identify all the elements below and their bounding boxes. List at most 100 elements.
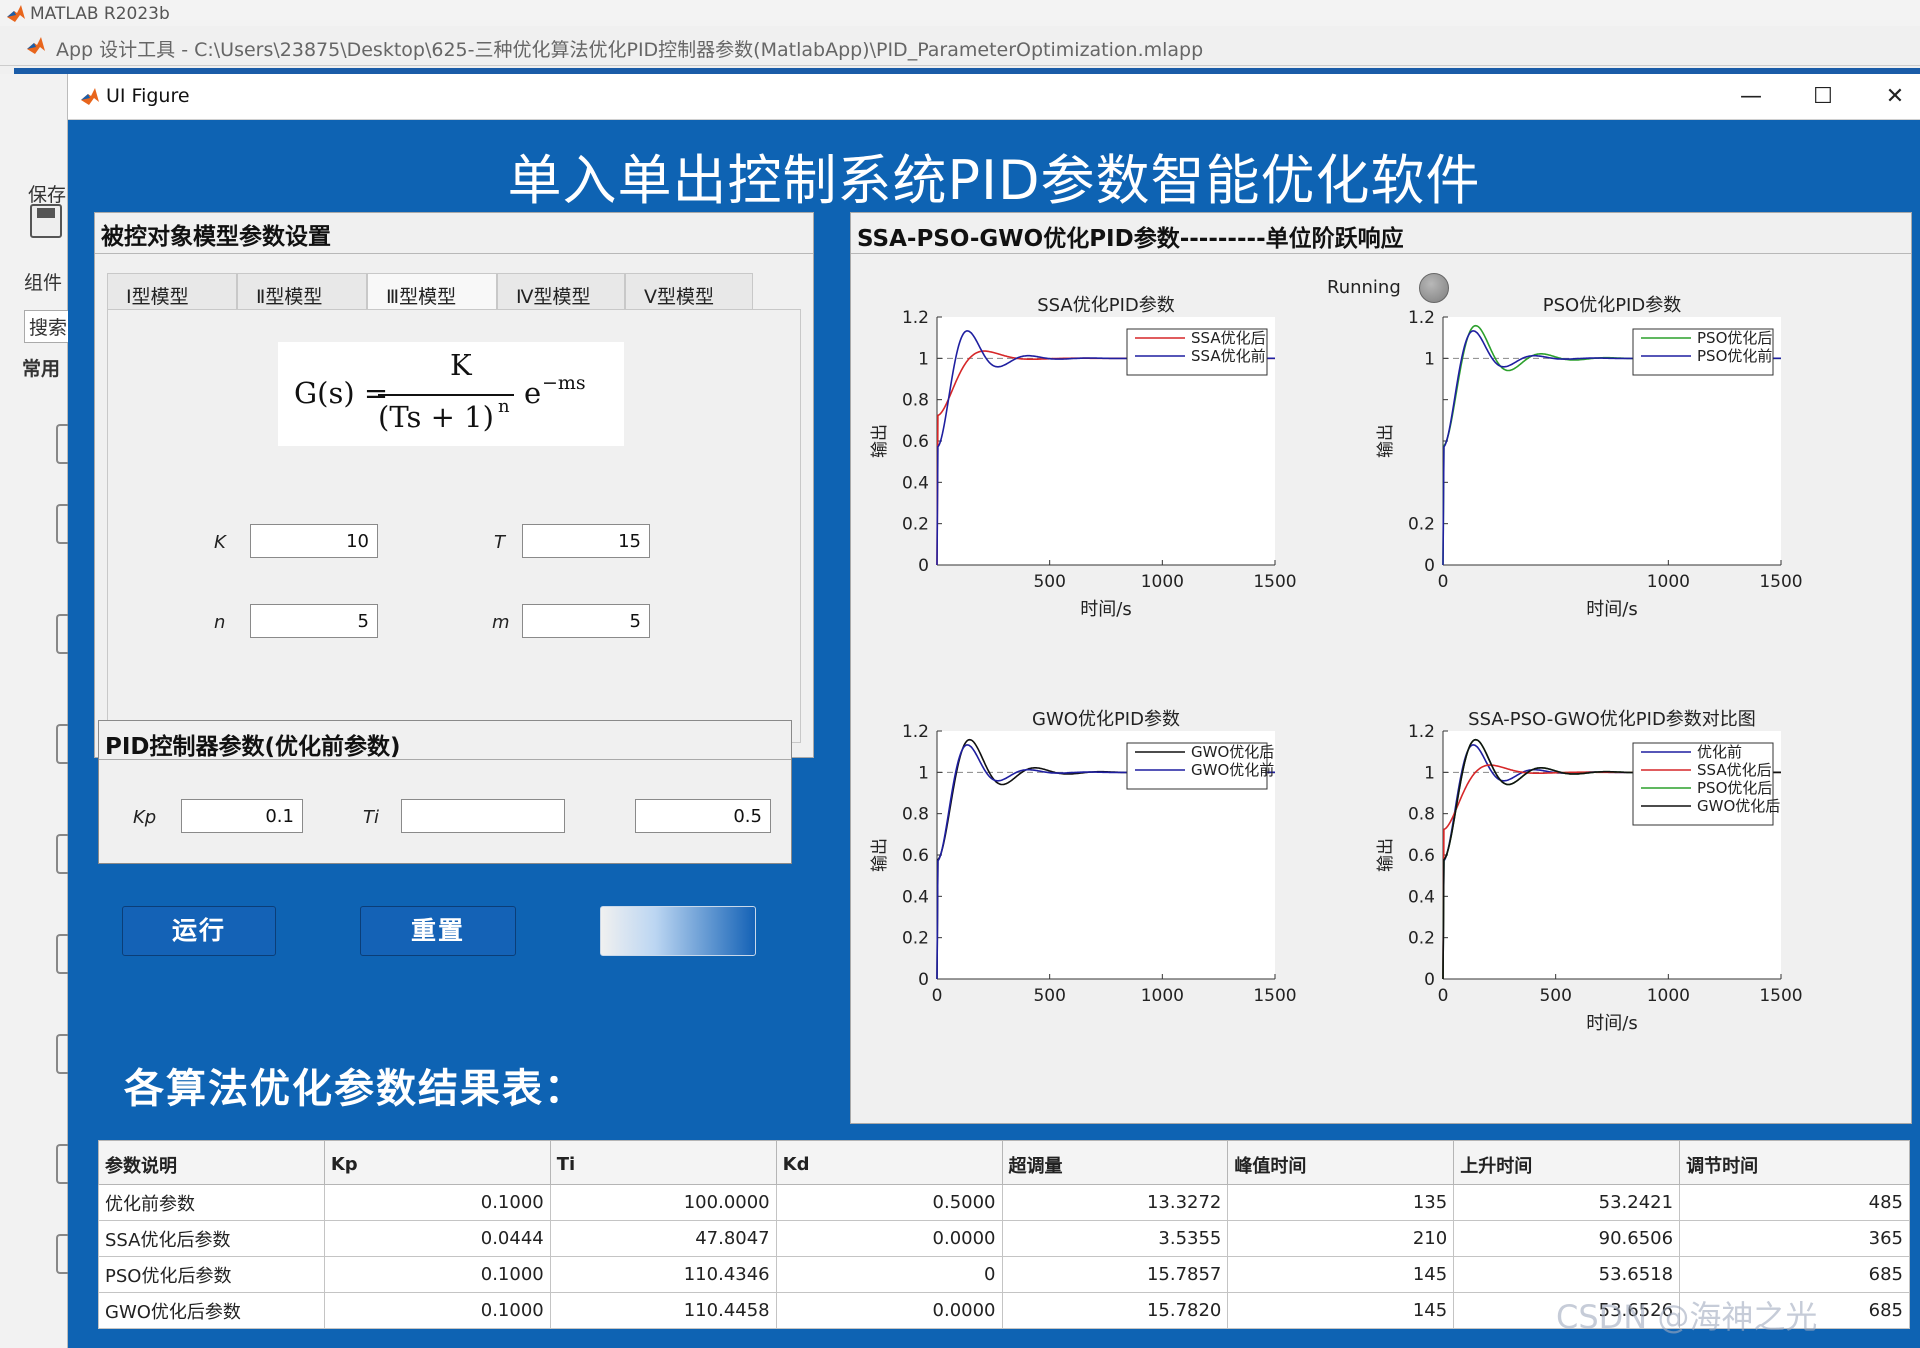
component-icon[interactable]	[56, 1144, 68, 1184]
y-tick-label: 0.4	[1408, 887, 1435, 907]
tab-model-5[interactable]: Ⅴ型模型	[625, 273, 753, 311]
legend-label: PSO优化前	[1697, 347, 1772, 365]
column-header[interactable]: 上升时间	[1453, 1140, 1681, 1185]
component-icon[interactable]	[56, 834, 68, 874]
ti-input[interactable]	[401, 799, 565, 833]
component-icon[interactable]	[56, 934, 68, 974]
y-tick-label: 0	[1424, 556, 1435, 576]
y-tick-label: 0.8	[1408, 805, 1435, 825]
component-icon[interactable]	[56, 724, 68, 764]
component-icon[interactable]	[56, 1234, 68, 1274]
y-tick-label: 0.2	[1408, 929, 1435, 949]
components-label: 组件	[24, 272, 63, 294]
watermark: CSDN @海神之光	[1556, 1298, 1818, 1336]
formula-numerator: K	[450, 348, 472, 382]
tab-model-4[interactable]: Ⅳ型模型	[497, 273, 625, 311]
legend-label: GWO优化后	[1191, 743, 1274, 761]
component-icon[interactable]	[56, 424, 68, 464]
table-cell: PSO优化后参数	[98, 1256, 325, 1293]
y-axis-label: 输出	[870, 424, 890, 458]
figure-title-bar: UI Figure — ☐ ✕	[68, 74, 1920, 120]
matlab-logo-icon	[26, 36, 46, 56]
column-header[interactable]: 参数说明	[98, 1140, 325, 1185]
column-header[interactable]: 峰值时间	[1227, 1140, 1455, 1185]
column-header[interactable]: 调节时间	[1679, 1140, 1910, 1185]
y-tick-label: 1	[918, 349, 929, 369]
model-parameter-panel: 被控对象模型参数设置 Ⅰ型模型 Ⅱ型模型 Ⅲ型模型 Ⅳ型模型 Ⅴ型模型 G(s)…	[94, 212, 814, 758]
x-tick-label: 1500	[1253, 986, 1296, 1006]
tab-model-3[interactable]: Ⅲ型模型	[367, 273, 497, 311]
partially-hidden-button[interactable]	[600, 906, 756, 956]
chart-title: SSA-PSO-GWO优化PID参数对比图	[1468, 709, 1756, 730]
y-tick-label: 0	[1424, 970, 1435, 990]
y-axis-label: 输出	[1376, 424, 1396, 458]
column-header[interactable]: Ti	[549, 1140, 777, 1185]
chart-title: SSA优化PID参数	[1037, 295, 1175, 316]
y-tick-label: 1	[918, 763, 929, 783]
table-cell: 0	[775, 1256, 1003, 1293]
formula-denominator-exponent: n	[498, 396, 510, 417]
close-icon[interactable]: ✕	[1870, 80, 1920, 114]
y-tick-label: 0	[918, 970, 929, 990]
model-panel-title: 被控对象模型参数设置	[101, 224, 331, 250]
table-cell: 15.7820	[1001, 1292, 1229, 1329]
m-input[interactable]: 5	[522, 604, 650, 638]
table-cell: 53.2421	[1453, 1184, 1681, 1221]
kp-input[interactable]: 0.1	[181, 799, 303, 833]
x-tick-label: 500	[1033, 986, 1065, 1006]
legend-label: 优化前	[1697, 743, 1742, 761]
matlab-logo-icon	[80, 87, 100, 107]
minimize-icon[interactable]: —	[1726, 80, 1776, 114]
save-icon[interactable]	[30, 204, 62, 238]
x-axis-label: 时间/s	[1586, 1013, 1637, 1034]
component-icon[interactable]	[56, 614, 68, 654]
t-label: T	[494, 532, 505, 553]
component-icon[interactable]	[56, 1034, 68, 1074]
save-label[interactable]: 保存	[28, 180, 66, 207]
y-tick-label: 0	[918, 556, 929, 576]
y-tick-label: 0.4	[902, 887, 929, 907]
pid-parameter-panel: PID控制器参数(优化前参数) Kp 0.1 Ti 0.5	[98, 720, 792, 864]
column-header[interactable]: 超调量	[1001, 1140, 1229, 1185]
table-cell: GWO优化后参数	[98, 1292, 325, 1329]
x-tick-label: 1000	[1647, 986, 1690, 1006]
component-search-input[interactable]: 搜索	[24, 310, 73, 343]
chart-title: GWO优化PID参数	[1032, 709, 1180, 730]
x-tick-label: 1000	[1141, 572, 1184, 592]
x-tick-label: 0	[932, 986, 943, 1006]
table-cell: 110.4458	[549, 1292, 777, 1329]
legend-label: GWO优化后	[1697, 797, 1780, 815]
n-input[interactable]: 5	[250, 604, 378, 638]
matlab-title-bar: MATLAB R2023b	[0, 0, 1920, 26]
table-cell: 优化前参数	[98, 1184, 325, 1221]
y-tick-label: 1.2	[1408, 722, 1435, 742]
tab-model-2[interactable]: Ⅱ型模型	[237, 273, 367, 311]
component-icon[interactable]	[56, 504, 68, 544]
table-cell: 15.7857	[1001, 1256, 1229, 1293]
run-button[interactable]: 运行	[122, 906, 276, 956]
kd-input[interactable]: 0.5	[635, 799, 771, 833]
maximize-icon[interactable]: ☐	[1798, 80, 1848, 114]
table-row[interactable]: PSO优化后参数 0.1000 110.4346 0 15.7857 145 53.6518…	[98, 1256, 1910, 1293]
table-header-row: 参数说明 Kp Ti Kd 超调量 峰值时间 上升时间 调节时间	[98, 1140, 1910, 1185]
fraction-bar	[378, 394, 514, 396]
column-header[interactable]: Kp	[323, 1140, 551, 1185]
table-row[interactable]: SSA优化后参数 0.0444 47.8047 0.0000 3.5355 210 90.6…	[98, 1220, 1910, 1257]
tab-model-1[interactable]: Ⅰ型模型	[107, 273, 237, 311]
app-designer-title: App 设计工具 - C:\Users\23875\Desktop\625-三种…	[56, 39, 1204, 61]
results-heading: 各算法优化参数结果表：	[124, 1066, 586, 1112]
y-tick-label: 0.6	[1408, 846, 1435, 866]
t-input[interactable]: 15	[522, 524, 650, 558]
column-header[interactable]: Kd	[775, 1140, 1003, 1185]
y-tick-label: 0.2	[1408, 515, 1435, 535]
reset-button[interactable]: 重置	[360, 906, 516, 956]
table-cell: 0.1000	[323, 1256, 551, 1293]
x-tick-label: 500	[1539, 986, 1571, 1006]
k-input[interactable]: 10	[250, 524, 378, 558]
y-tick-label: 0.6	[902, 846, 929, 866]
table-cell: 110.4346	[549, 1256, 777, 1293]
table-row[interactable]: 优化前参数 0.1000 100.0000 0.5000 13.3272 135 53.24…	[98, 1184, 1910, 1221]
matlab-title: MATLAB R2023b	[30, 4, 170, 24]
legend-label: SSA优化后	[1191, 329, 1266, 347]
y-tick-label: 0.2	[902, 515, 929, 535]
